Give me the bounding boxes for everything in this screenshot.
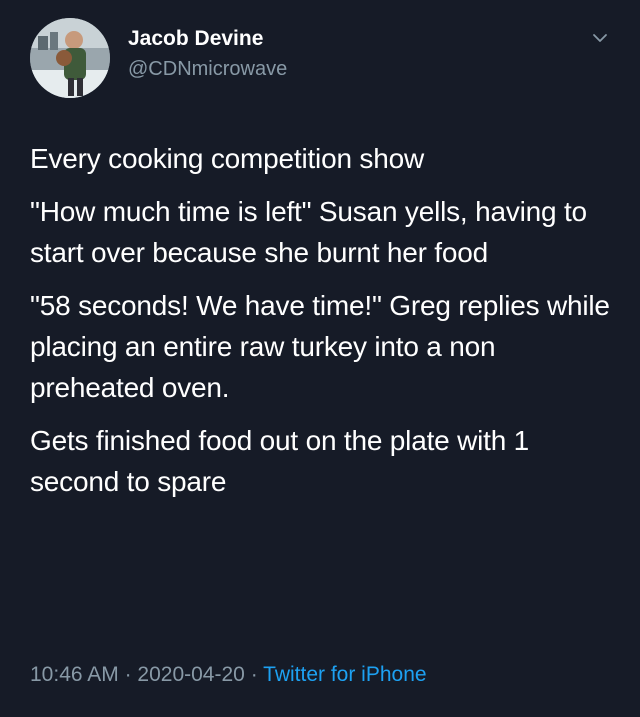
tweet-paragraph: Gets finished food out on the plate with…	[30, 425, 530, 497]
profile-photo-icon	[30, 18, 110, 98]
tweet-header: Jacob Devine @CDNmicrowave	[30, 18, 620, 102]
tweet-time[interactable]: 10:46 AM	[30, 663, 119, 686]
tweet-metadata: 10:46 AM · 2020-04-20 · Twitter for iPho…	[30, 660, 427, 690]
tweet-date[interactable]: 2020-04-20	[137, 663, 244, 686]
tweet-paragraph: "58 seconds! We have time!" Greg replies…	[30, 290, 610, 403]
tweet-source-link[interactable]: Twitter for iPhone	[263, 663, 426, 686]
meta-separator: ·	[124, 663, 132, 686]
chevron-down-icon[interactable]	[590, 28, 610, 48]
avatar[interactable]	[30, 18, 110, 98]
tweet-card: Jacob Devine @CDNmicrowave Every cooking…	[0, 0, 640, 717]
display-name[interactable]: Jacob Devine	[128, 26, 287, 52]
meta-separator: ·	[250, 663, 258, 686]
tweet-text: Every cooking competition show "How much…	[30, 138, 620, 514]
user-handle[interactable]: @CDNmicrowave	[128, 56, 287, 82]
author-names: Jacob Devine @CDNmicrowave	[128, 26, 287, 82]
tweet-paragraph: Every cooking competition show	[30, 143, 424, 174]
tweet-paragraph: "How much time is left" Susan yells, hav…	[30, 196, 587, 268]
